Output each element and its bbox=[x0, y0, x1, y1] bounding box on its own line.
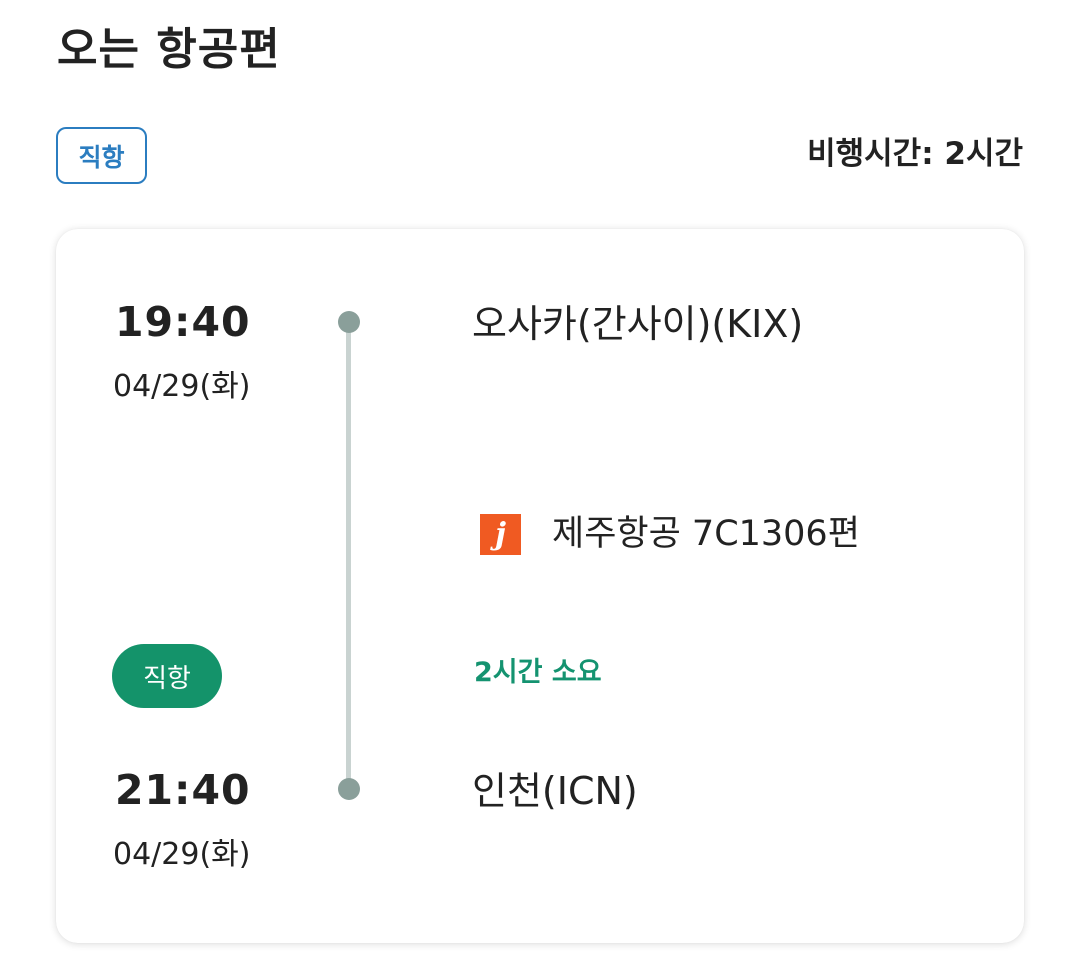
departure-dot bbox=[338, 311, 360, 333]
arrival-airport: 인천(ICN) bbox=[472, 769, 638, 813]
flight-duration: 비행시간: 2시간 bbox=[807, 136, 1023, 172]
flight-itinerary-card: 19:40 04/29(화) 오사카(간사이)(KIX) j 제주항공 7C13… bbox=[56, 229, 1024, 943]
airline-info: j 제주항공 7C1306편 bbox=[480, 512, 860, 556]
arrival-time: 21:40 bbox=[115, 766, 251, 814]
return-flight-section: 오는 항공편 직항 비행시간: 2시간 19:40 04/29(화) 오사카(간… bbox=[0, 0, 1080, 971]
arrival-dot bbox=[338, 778, 360, 800]
direct-flight-badge: 직항 bbox=[112, 644, 222, 708]
direct-flight-chip: 직항 bbox=[56, 127, 147, 184]
airline-flight-number: 제주항공 7C1306편 bbox=[552, 514, 860, 554]
jeju-air-logo-icon: j bbox=[480, 513, 521, 555]
arrival-date: 04/29(화) bbox=[113, 837, 251, 872]
timeline-line bbox=[346, 322, 351, 790]
departure-time: 19:40 bbox=[115, 298, 251, 346]
departure-airport: 오사카(간사이)(KIX) bbox=[472, 302, 804, 346]
section-title: 오는 항공편 bbox=[57, 24, 281, 75]
elapsed-time: 2시간 소요 bbox=[474, 657, 602, 688]
departure-date: 04/29(화) bbox=[113, 369, 251, 404]
